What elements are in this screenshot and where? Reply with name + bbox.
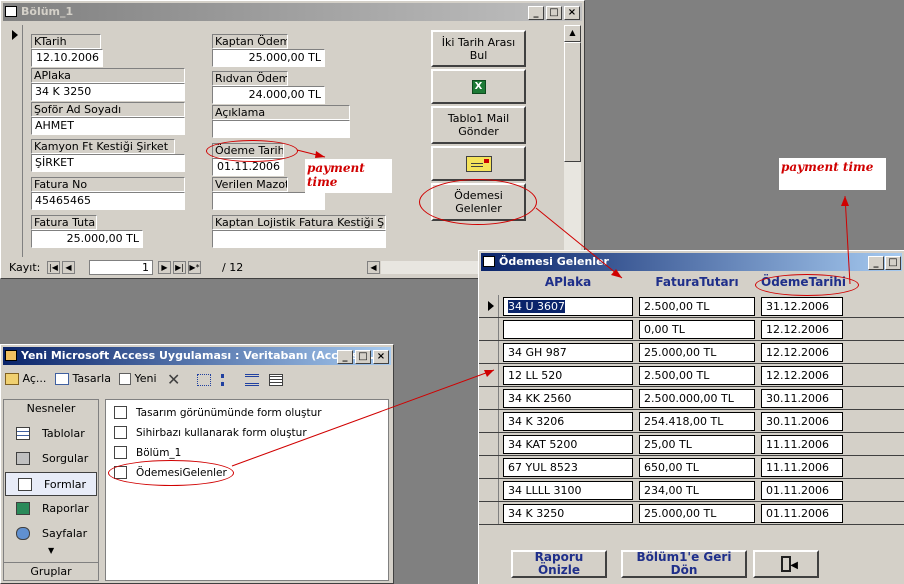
arrow-header-to-note — [844, 195, 851, 285]
arrow-list-to-form — [231, 369, 495, 467]
arrow-odemesi-gelenler-to-form — [535, 207, 623, 279]
arrowhead — [315, 151, 325, 158]
arrowhead — [841, 196, 849, 206]
annotation-arrows — [231, 149, 851, 467]
arrowhead — [484, 370, 494, 377]
